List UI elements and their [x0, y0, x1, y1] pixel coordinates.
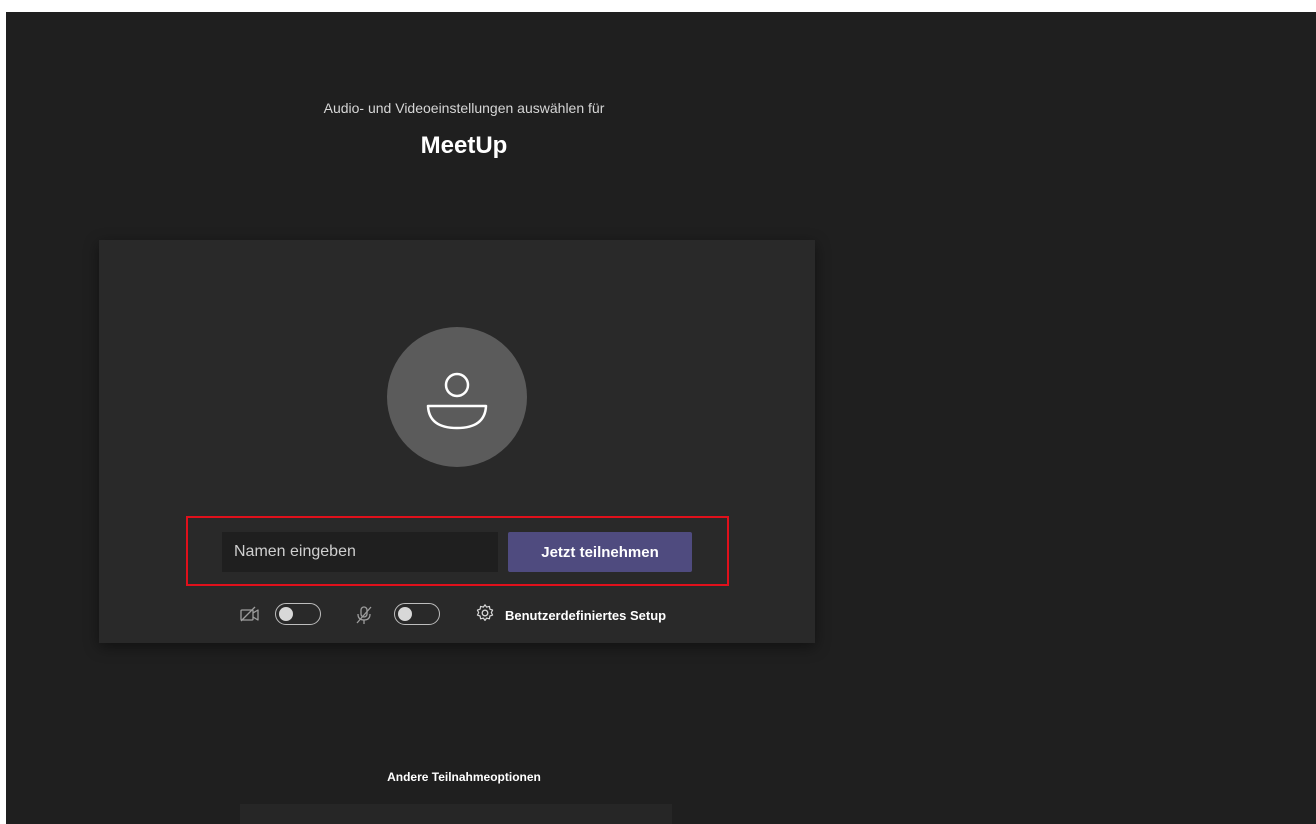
join-now-button[interactable]: Jetzt teilnehmen — [508, 532, 692, 572]
prejoin-subtitle: Audio- und Videoeinstellungen auswählen … — [323, 100, 605, 116]
meeting-title: MeetUp — [420, 132, 508, 159]
avatar — [387, 327, 527, 467]
toggle-knob — [279, 606, 293, 621]
other-join-options-heading: Andere Teilnahmeoptionen — [387, 770, 541, 784]
camera-toggle[interactable] — [275, 603, 321, 625]
name-input[interactable] — [222, 532, 498, 572]
prejoin-panel: Jetzt teilnehmen — [99, 240, 815, 643]
toggle-knob — [398, 606, 412, 621]
person-icon — [426, 372, 488, 430]
mic-off-icon — [353, 605, 375, 630]
gear-icon — [475, 603, 495, 628]
custom-setup-button[interactable]: Benutzerdefiniertes Setup — [475, 602, 666, 628]
custom-setup-label: Benutzerdefiniertes Setup — [505, 607, 667, 623]
app-window: Audio- und Videoeinstellungen auswählen … — [6, 12, 1316, 824]
microphone-toggle[interactable] — [394, 603, 440, 625]
other-join-options-list[interactable] — [240, 804, 672, 824]
camera-off-icon — [239, 605, 261, 628]
device-controls: Benutzerdefiniertes Setup — [99, 600, 815, 630]
